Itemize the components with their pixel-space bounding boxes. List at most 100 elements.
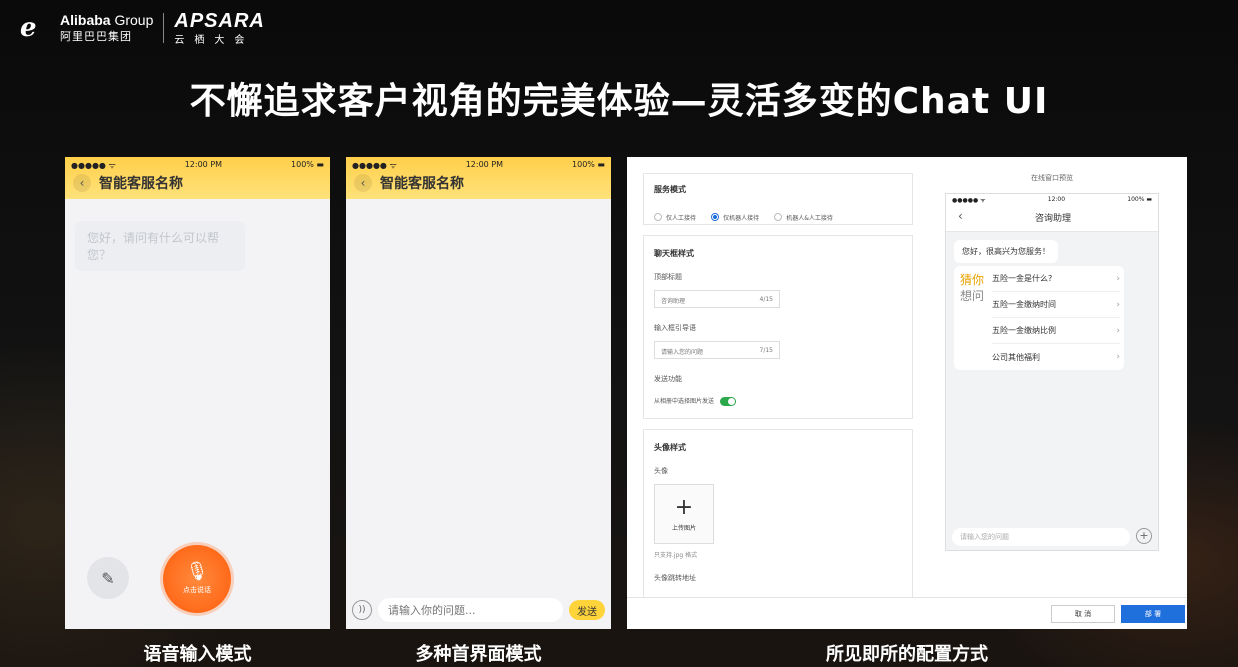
- config-footer: 取 消 部 署: [627, 597, 1187, 629]
- guide-count: 7/15: [759, 347, 773, 354]
- top-title-value: 咨询助理: [661, 298, 686, 305]
- radio-bot-only[interactable]: 仅机器人接待: [711, 213, 759, 222]
- guess-questions-card: 猜你 想问 五险一金是什么? › 五险一金缴纳时间 › 五险一金缴纳比例 › 公司其他…: [954, 266, 1124, 370]
- question-text: 五险一金是什么?: [992, 274, 1053, 283]
- signal-icon: ●●●●● ᯤ: [352, 161, 397, 170]
- config-screen: 服务模式 仅人工接待 仅机器人接待 机器人&人工接待 聊天框样式 顶部标题 咨询…: [627, 157, 1187, 629]
- upload-label: 上传图片: [671, 524, 696, 532]
- voice-toggle-icon[interactable]: )): [352, 600, 372, 620]
- caption-home-mode: 多种首界面模式: [415, 644, 542, 665]
- top-title-label: 顶部标题: [654, 273, 682, 281]
- avatar-jump-label: 头像跳转地址: [654, 574, 696, 582]
- guess-top: 猜你: [960, 273, 985, 287]
- preview-greeting: 您好，很高兴为您服务！: [954, 240, 1058, 263]
- caption-voice-mode: 语音输入模式: [143, 644, 252, 665]
- guide-value: 请输入您的问题: [661, 349, 704, 356]
- question-item[interactable]: 公司其他福利 ›: [992, 344, 1120, 370]
- send-button[interactable]: 发送: [569, 600, 605, 620]
- radio-label: 仅人工接待: [666, 214, 697, 222]
- top-title-count: 4/15: [759, 296, 773, 303]
- radio-label: 仅机器人接待: [723, 214, 760, 222]
- radio-dot: [654, 213, 662, 221]
- status-time: 12:00 PM: [184, 160, 223, 169]
- phone-header: ●●●●● ᯤ 12:00 PM 100% ▬ ‹ 智能客服名称: [346, 157, 611, 199]
- status-time: 12:00 PM: [465, 160, 504, 169]
- preview-header: ●●●●● ᯤ 12:00 100% ▬ ‹ 咨询助理: [946, 194, 1158, 232]
- apsara-wordmark: APSARA 云栖大会: [174, 10, 264, 46]
- edit-button[interactable]: ✎: [87, 557, 129, 599]
- alibaba-en: Alibaba: [60, 12, 111, 28]
- nav-bar: ‹ 智能客服名称: [65, 171, 330, 195]
- avatar-style-heading: 头像样式: [654, 443, 686, 452]
- nav-title: 智能客服名称: [99, 176, 183, 192]
- battery-icon: 100% ▬: [572, 160, 605, 169]
- phone-header: ●●●●● ᯤ 12:00 PM 100% ▬ ‹ 智能客服名称: [65, 157, 330, 199]
- battery-icon: 100% ▬: [1127, 196, 1152, 203]
- album-send-label: 从相册中选择图片发送: [654, 398, 715, 405]
- question-text: 五险一金缴纳比例: [992, 326, 1056, 335]
- voice-mode-screen: ●●●●● ᯤ 12:00 PM 100% ▬ ‹ 智能客服名称 您好，请问有什…: [65, 157, 330, 629]
- radio-bot-and-human[interactable]: 机器人&人工接待: [774, 213, 833, 222]
- nav-title: 智能客服名称: [380, 176, 464, 192]
- deploy-button[interactable]: 部 署: [1121, 605, 1185, 623]
- alibaba-logo-icon: ℯ: [20, 13, 37, 43]
- chat-input-bar: )) 发送: [346, 595, 611, 625]
- radio-dot: [774, 213, 783, 221]
- back-button[interactable]: ‹: [354, 174, 372, 192]
- question-item[interactable]: 五险一金缴纳比例 ›: [992, 318, 1120, 344]
- album-send-toggle[interactable]: [720, 397, 737, 406]
- chevron-right-icon: ›: [1116, 273, 1120, 284]
- upload-hint: 只支持.jpg 格式: [654, 552, 698, 559]
- send-function-label: 发送功能: [654, 375, 682, 383]
- top-title-field[interactable]: 咨询助理 4/15: [654, 290, 780, 308]
- chevron-right-icon: ›: [1116, 352, 1120, 362]
- plus-icon[interactable]: +: [1136, 528, 1152, 544]
- preview-nav: ‹ 咨询助理: [946, 206, 1158, 228]
- status-bar: ●●●●● ᯤ 12:00 PM 100% ▬: [65, 157, 330, 171]
- alibaba-group: Group: [114, 12, 154, 28]
- chat-input[interactable]: [378, 598, 563, 622]
- voice-talk-label: 点击说话: [183, 586, 211, 594]
- guide-field[interactable]: 请输入您的问题 7/15: [654, 341, 780, 359]
- brand-divider: [163, 13, 165, 43]
- signal-icon: ●●●●● ᯤ: [952, 197, 986, 204]
- radio-label: 机器人&人工接待: [786, 214, 833, 222]
- preview-title: 咨询助理: [1034, 214, 1071, 224]
- chevron-right-icon: ›: [1116, 325, 1120, 336]
- preview-phone: ●●●●● ᯤ 12:00 100% ▬ ‹ 咨询助理 您好，很高兴为您服务！ …: [945, 193, 1159, 551]
- service-mode-options: 仅人工接待 仅机器人接待 机器人&人工接待: [654, 206, 843, 225]
- album-send-row: 从相册中选择图片发送: [654, 396, 737, 406]
- question-text: 公司其他福利: [992, 352, 1040, 362]
- guide-label: 输入框引导语: [654, 324, 696, 332]
- microphone-icon: 🎙: [185, 561, 209, 582]
- chat-style-card: 聊天框样式 顶部标题 咨询助理 4/15 输入框引导语 请输入您的问题 7/15…: [643, 235, 913, 419]
- alibaba-wordmark: Alibaba Group 阿里巴巴集团: [60, 12, 153, 44]
- voice-talk-button[interactable]: 🎙 点击说话: [163, 545, 231, 613]
- apsara-en: APSARA: [174, 10, 265, 32]
- question-item[interactable]: 五险一金是什么? ›: [992, 266, 1120, 292]
- preview-label: 在线窗口预览: [1031, 174, 1073, 182]
- pencil-icon: ✎: [101, 568, 115, 588]
- avatar-label: 头像: [654, 467, 668, 475]
- slide-title: 不懈追求客户视角的完美体验—灵活多变的Chat UI: [189, 81, 1049, 122]
- brand-header: ℯ Alibaba Group 阿里巴巴集团 APSARA 云栖大会: [20, 10, 265, 46]
- status-bar: ●●●●● ᯤ 12:00 PM 100% ▬: [346, 157, 611, 171]
- back-button[interactable]: ‹: [73, 174, 91, 192]
- preview-input[interactable]: 请输入您的问题: [952, 528, 1130, 546]
- question-item[interactable]: 五险一金缴纳时间 ›: [992, 292, 1120, 318]
- greeting-bubble: 您好，请问有什么可以帮您？: [75, 221, 245, 271]
- battery-icon: 100% ▬: [291, 160, 324, 169]
- nav-bar: ‹ 智能客服名称: [346, 171, 611, 195]
- service-mode-card: 服务模式 仅人工接待 仅机器人接待 机器人&人工接待: [643, 173, 913, 225]
- question-text: 五险一金缴纳时间: [992, 300, 1056, 309]
- chat-style-heading: 聊天框样式: [654, 249, 694, 258]
- status-time: 12:00: [1047, 196, 1066, 203]
- signal-icon: ●●●●● ᯤ: [71, 161, 116, 170]
- apsara-cn: 云栖大会: [174, 35, 255, 46]
- caption-config-mode: 所见即所的配置方式: [826, 644, 988, 665]
- radio-human-only[interactable]: 仅人工接待: [654, 213, 696, 222]
- home-mode-screen: ●●●●● ᯤ 12:00 PM 100% ▬ ‹ 智能客服名称 )) 发送: [346, 157, 611, 629]
- upload-image-button[interactable]: + 上传图片: [654, 484, 714, 544]
- cancel-button[interactable]: 取 消: [1051, 605, 1115, 623]
- radio-dot-selected: [711, 213, 720, 221]
